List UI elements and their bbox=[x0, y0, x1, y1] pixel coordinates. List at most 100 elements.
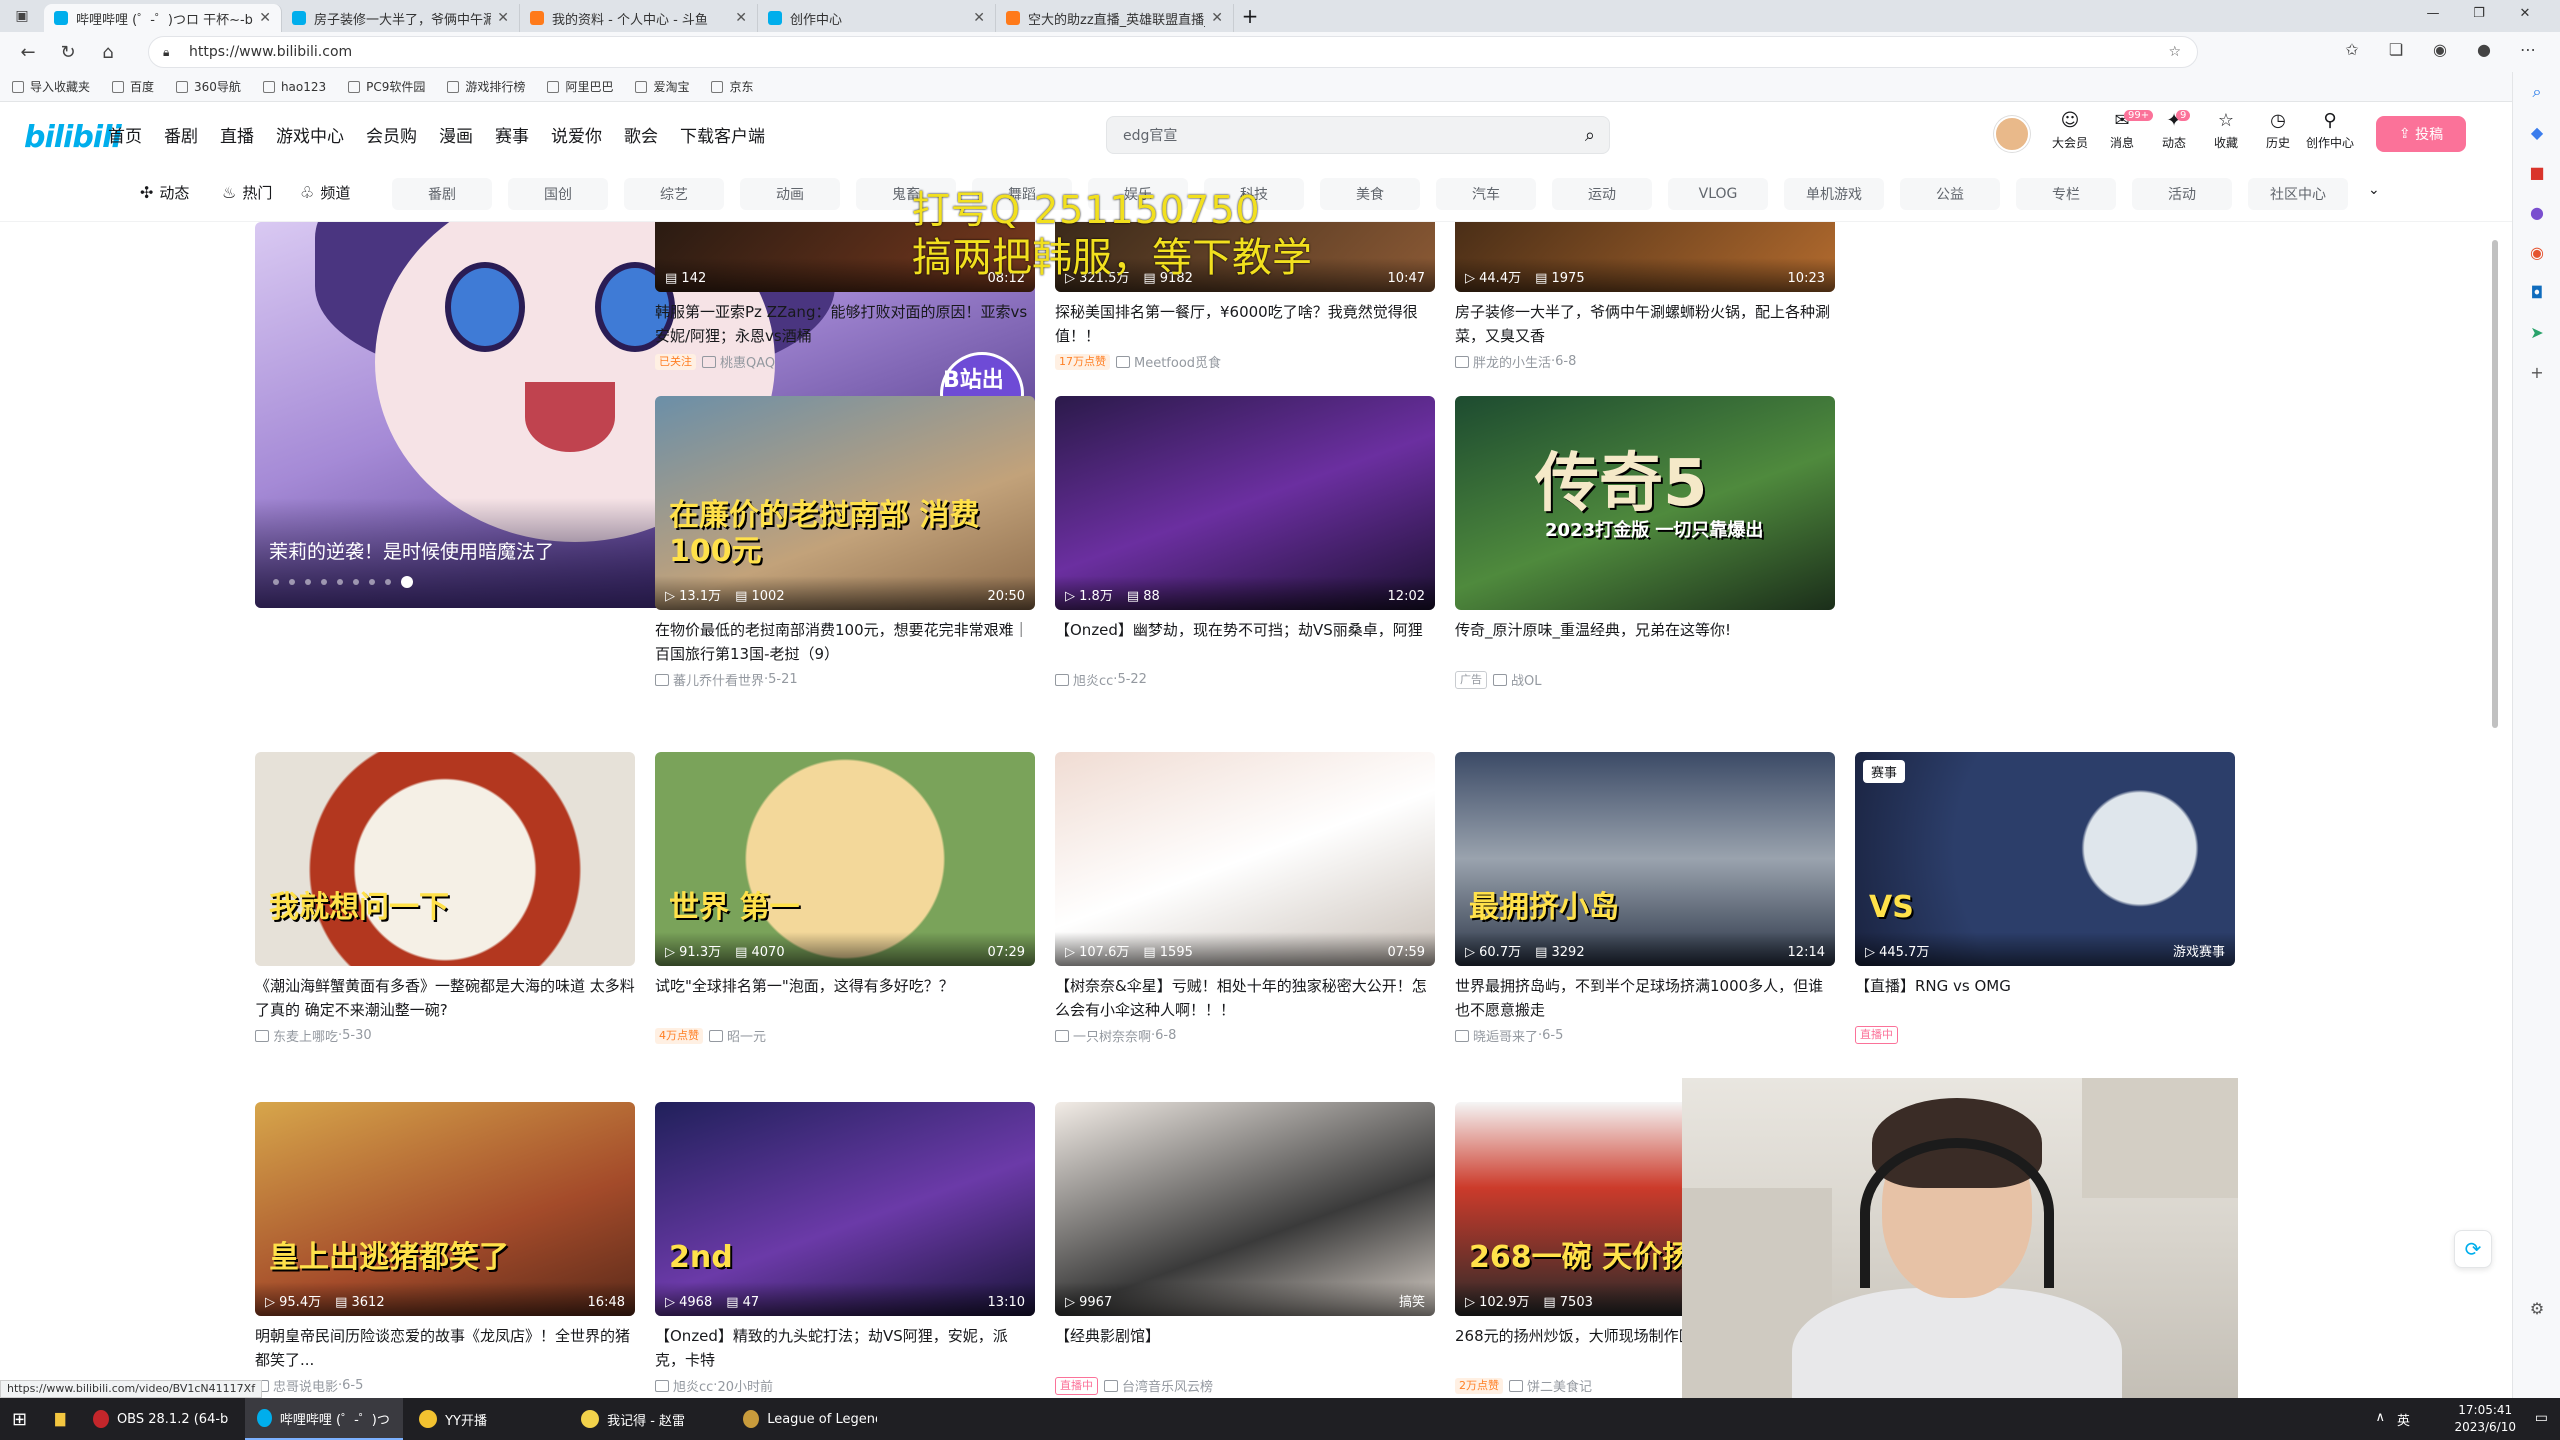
header-menu-star[interactable]: ☆ 收藏 bbox=[2200, 110, 2252, 151]
browser-tab[interactable]: 创作中心 ✕ bbox=[758, 4, 996, 32]
video-thumbnail[interactable]: ▷ 9967 搞笑 bbox=[1055, 1102, 1435, 1316]
favorite-star-icon[interactable]: ☆ bbox=[2168, 44, 2181, 60]
video-card[interactable]: ▷ 44.4万 ▤ 1975 10:23 房子装修一大半了，爷俩中午涮螺蛳粉火锅，配上… bbox=[1455, 222, 1835, 371]
taskbar-app[interactable]: 哔哩哔哩 (゜-゜)つロ... bbox=[245, 1398, 404, 1440]
tray-item[interactable]: 英 bbox=[2397, 1410, 2410, 1429]
nav-item[interactable]: 会员购 bbox=[366, 122, 417, 147]
search-sidebar-icon[interactable]: ⌕ bbox=[2513, 72, 2560, 112]
uploader-name[interactable]: 战OL bbox=[1511, 670, 1541, 689]
avatar[interactable] bbox=[1994, 116, 2030, 152]
close-tab-icon[interactable]: ✕ bbox=[735, 10, 747, 26]
uploader-name[interactable]: 饼二美食记 bbox=[1527, 1376, 1592, 1395]
video-title[interactable]: 房子装修一大半了，爷俩中午涮螺蛳粉火锅，配上各种涮菜，又臭又香 bbox=[1455, 300, 1835, 348]
header-menu-clock[interactable]: ◷ 历史 bbox=[2252, 110, 2304, 151]
video-card[interactable]: VS 赛事 ▷ 445.7万 游戏赛事 【直播】RNG vs OMG 直播中 bbox=[1855, 752, 2235, 1044]
channel-chip[interactable]: 番剧 bbox=[392, 178, 492, 210]
uploader-name[interactable]: 忠哥说电影 bbox=[273, 1376, 338, 1395]
video-card[interactable]: 传奇5 2023打金版 一切只靠爆出 传奇_原汁原味_重温经典，兄弟在这等你! 广告 战… bbox=[1455, 396, 1835, 689]
taskbar-app[interactable]: OBS 28.1.2 (64-bi... bbox=[81, 1398, 241, 1440]
browser-tab[interactable]: 空大的助zz直播_英雄联盟直播_ ✕ bbox=[996, 4, 1234, 32]
window-menu-icon[interactable]: ▣ bbox=[0, 8, 44, 24]
video-thumbnail[interactable]: 世界 第一 ▷ 91.3万 ▤ 4070 07:29 bbox=[655, 752, 1035, 966]
quick-link[interactable]: ✣ 动态 bbox=[140, 182, 189, 203]
refresh-icon[interactable]: ↻ bbox=[48, 42, 88, 63]
chevron-down-icon[interactable]: ⌄ bbox=[2368, 182, 2380, 198]
video-title[interactable]: 【直播】RNG vs OMG bbox=[1855, 974, 2235, 1022]
outlook-icon[interactable]: ◘ bbox=[2513, 272, 2560, 312]
uploader-name[interactable]: Meetfood觅食 bbox=[1134, 352, 1221, 371]
video-thumbnail[interactable]: 传奇5 2023打金版 一切只靠爆出 bbox=[1455, 396, 1835, 610]
office-icon[interactable]: ◉ bbox=[2513, 232, 2560, 272]
nav-item[interactable]: 游戏中心 bbox=[276, 122, 344, 147]
video-card[interactable]: 2nd ▷ 4968 ▤ 47 13:10 【Onzed】精致的九头蛇打法；劫VS阿狸，… bbox=[655, 1102, 1035, 1395]
bilibili-logo[interactable]: bilibili bbox=[24, 120, 122, 155]
carousel-dot[interactable] bbox=[385, 579, 391, 585]
video-title[interactable]: 【经典影剧馆】 bbox=[1055, 1324, 1435, 1372]
header-menu-dynamic[interactable]: ✦ 动态 9 bbox=[2148, 110, 2200, 151]
uploader-name[interactable]: 台湾音乐风云榜 bbox=[1122, 1376, 1213, 1395]
favorites-icon[interactable]: ✩ bbox=[2330, 40, 2374, 59]
video-title[interactable]: 《潮汕海鲜蟹黄面有多香》一整碗都是大海的味道 太多料了真的 确定不来潮汕整一碗? bbox=[255, 974, 635, 1022]
close-tab-icon[interactable]: ✕ bbox=[1211, 10, 1223, 26]
nav-item[interactable]: 下载客户端 bbox=[680, 122, 765, 147]
carousel-dot[interactable] bbox=[353, 579, 359, 585]
video-title[interactable]: 【Onzed】幽梦劫，现在势不可挡；劫VS丽桑卓，阿狸 bbox=[1055, 618, 1435, 666]
browser-tab[interactable]: 我的资料 - 个人中心 - 斗鱼 ✕ bbox=[520, 4, 758, 32]
video-card[interactable]: 世界 第一 ▷ 91.3万 ▤ 4070 07:29 试吃"全球排名第一"泡面，这得有多… bbox=[655, 752, 1035, 1045]
video-thumbnail[interactable]: ▷ 107.6万 ▤ 1595 07:59 bbox=[1055, 752, 1435, 966]
bookmark-item[interactable]: PC9软件园 bbox=[348, 78, 425, 95]
back-icon[interactable]: ← bbox=[8, 42, 48, 63]
refresh-feed-button[interactable]: ⟳ bbox=[2454, 1230, 2492, 1268]
taskbar-app[interactable]: YY开播 bbox=[407, 1398, 565, 1440]
briefcase-icon[interactable]: ■ bbox=[2513, 152, 2560, 192]
maximize-icon[interactable]: ❐ bbox=[2456, 6, 2502, 21]
video-thumbnail[interactable]: 在廉价的老挝南部 消费100元 ▷ 13.1万 ▤ 1002 20:50 bbox=[655, 396, 1035, 610]
upload-button[interactable]: ⇪ 投稿 bbox=[2376, 116, 2466, 152]
uploader-name[interactable]: 桃惠QAQ bbox=[720, 352, 775, 371]
channel-chip[interactable]: 国创 bbox=[508, 178, 608, 210]
video-title[interactable]: 传奇_原汁原味_重温经典，兄弟在这等你! bbox=[1455, 618, 1835, 666]
video-card[interactable]: ▷ 1.8万 ▤ 88 12:02 【Onzed】幽梦劫，现在势不可挡；劫VS丽桑卓，… bbox=[1055, 396, 1435, 689]
video-title[interactable]: 试吃"全球排名第一"泡面，这得有多好吃？？ bbox=[655, 974, 1035, 1022]
channel-chip[interactable]: 汽车 bbox=[1436, 178, 1536, 210]
video-title[interactable]: 明朝皇帝民间历险谈恋爱的故事《龙凤店》！全世界的猪都笑了... bbox=[255, 1324, 635, 1372]
channel-chip[interactable]: 动画 bbox=[740, 178, 840, 210]
video-thumbnail[interactable]: 2nd ▷ 4968 ▤ 47 13:10 bbox=[655, 1102, 1035, 1316]
bookmark-item[interactable]: 京东 bbox=[711, 78, 753, 95]
tag-icon[interactable]: ◆ bbox=[2513, 112, 2560, 152]
quick-link[interactable]: ♧ 频道 bbox=[300, 182, 350, 203]
bookmark-item[interactable]: 阿里巴巴 bbox=[547, 78, 613, 95]
video-thumbnail[interactable]: ▷ 1.8万 ▤ 88 12:02 bbox=[1055, 396, 1435, 610]
nav-item[interactable]: 漫画 bbox=[439, 122, 473, 147]
nav-item[interactable]: 首页 bbox=[108, 122, 142, 147]
channel-chip[interactable]: 综艺 bbox=[624, 178, 724, 210]
video-card[interactable]: 在廉价的老挝南部 消费100元 ▷ 13.1万 ▤ 1002 20:50 在物价最低的老… bbox=[655, 396, 1035, 689]
profile-icon[interactable]: ● bbox=[2462, 40, 2506, 59]
channel-chip[interactable]: 美食 bbox=[1320, 178, 1420, 210]
uploader-name[interactable]: 旭炎cc bbox=[673, 1376, 713, 1395]
uploader-name[interactable]: 昭一元 bbox=[727, 1026, 766, 1045]
uploader-name[interactable]: 蕃儿乔什看世界 bbox=[673, 670, 764, 689]
home-icon[interactable]: ⌂ bbox=[88, 42, 128, 63]
taskbar-app[interactable]: League of Legends bbox=[731, 1398, 889, 1440]
browser-tab[interactable]: 哔哩哔哩 (゜-゜)つロ 干杯~-bili ✕ bbox=[44, 4, 282, 32]
video-card[interactable]: ▷ 9967 搞笑 【经典影剧馆】 直播中 台湾音乐风云榜 bbox=[1055, 1102, 1435, 1395]
url-field[interactable]: 🔒︎ https://www.bilibili.com ☆ bbox=[148, 36, 2198, 68]
close-tab-icon[interactable]: ✕ bbox=[973, 10, 985, 26]
new-tab-button[interactable]: + bbox=[1234, 4, 1266, 28]
bookmark-item[interactable]: 爱淘宝 bbox=[635, 78, 689, 95]
video-title[interactable]: 韩服第一亚索Pz ZZang：能够打败对面的原因！亚索vs安妮/阿狸；永恩vs酒… bbox=[655, 300, 1035, 348]
uploader-name[interactable]: 旭炎cc bbox=[1073, 670, 1113, 689]
add-sidebar-icon[interactable]: + bbox=[2513, 352, 2560, 392]
close-tab-icon[interactable]: ✕ bbox=[259, 10, 271, 26]
collections-icon[interactable]: ❏ bbox=[2374, 40, 2418, 59]
send-icon[interactable]: ➤ bbox=[2513, 312, 2560, 352]
close-tab-icon[interactable]: ✕ bbox=[497, 10, 509, 26]
carousel-dot[interactable] bbox=[289, 579, 295, 585]
more-menu-icon[interactable]: ⋯ bbox=[2506, 40, 2550, 59]
video-title[interactable]: 【Onzed】精致的九头蛇打法；劫VS阿狸，安妮，派克，卡特 bbox=[655, 1324, 1035, 1372]
channel-chip[interactable]: 活动 bbox=[2132, 178, 2232, 210]
carousel-dot[interactable] bbox=[401, 576, 413, 588]
bookmark-item[interactable]: hao123 bbox=[262, 80, 326, 94]
settings-icon[interactable]: ⚙ bbox=[2513, 1288, 2560, 1328]
